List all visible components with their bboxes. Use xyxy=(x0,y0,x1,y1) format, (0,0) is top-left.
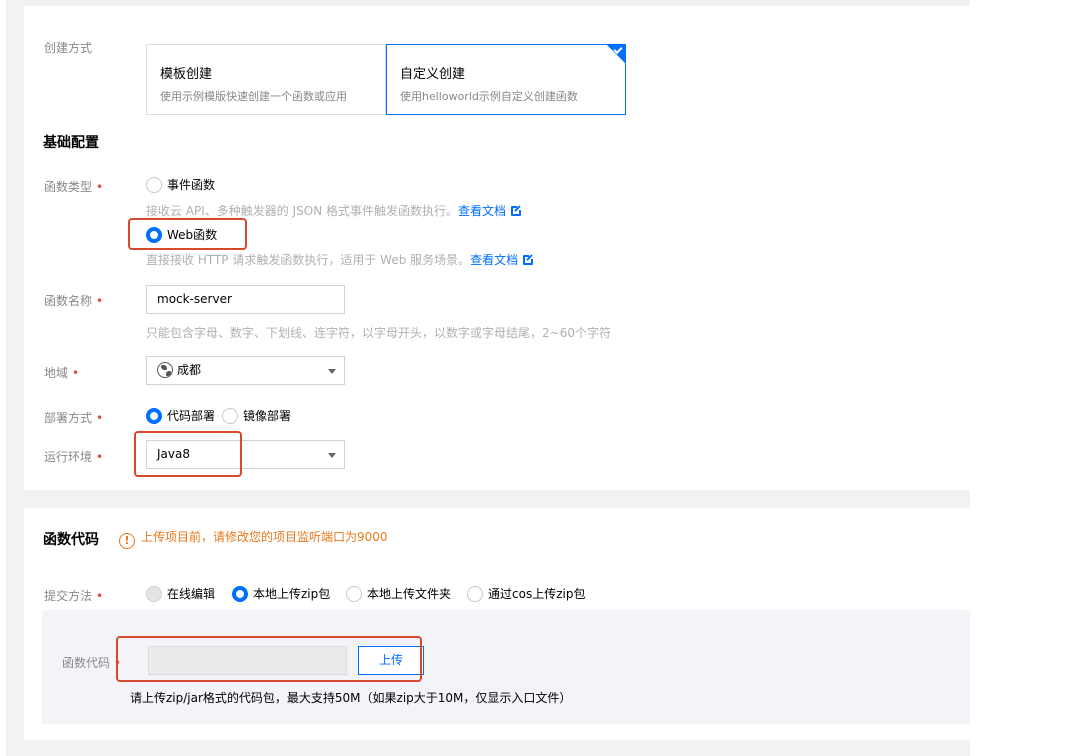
radio-selected-icon xyxy=(232,586,248,602)
external-link-icon xyxy=(523,254,535,265)
radio-icon xyxy=(467,586,483,602)
online-edit-radio[interactable]: 在线编辑 xyxy=(146,585,215,602)
upload-zip-radio[interactable]: 本地上传zip包 xyxy=(232,585,330,602)
function-code-panel: 函数代码 ! 上传项目前，请修改您的项目监听端口为9000 提交方法 • 在线编辑 … xyxy=(24,508,970,740)
radio-icon xyxy=(146,177,162,193)
basic-config-title: 基础配置 xyxy=(43,135,99,151)
custom-create-title: 自定义创建 xyxy=(400,67,466,82)
image-deploy-radio[interactable]: 镜像部署 xyxy=(222,407,291,424)
event-function-label: 事件函数 xyxy=(167,178,216,192)
create-method-label: 创建方式 xyxy=(44,41,93,55)
required-mark: • xyxy=(96,180,104,194)
custom-create-card[interactable]: 自定义创建 使用helloworld示例自定义创建函数 xyxy=(386,44,626,115)
function-code-label: 函数代码 • xyxy=(62,656,122,670)
upload-help: 请上传zip/jar格式的代码包，最大支持50M（如果zip大于10M，仅显示入… xyxy=(130,691,572,705)
cos-upload-radio[interactable]: 通过cos上传zip包 xyxy=(467,585,585,602)
web-function-help: 直接接收 HTTP 请求触发函数执行，适用于 Web 服务场景。查看文档 xyxy=(146,251,535,268)
runtime-highlight xyxy=(134,431,242,477)
radio-icon xyxy=(222,408,238,424)
globe-icon xyxy=(157,362,173,378)
event-function-help: 接收云 API、多种触发器的 JSON 格式事件触发函数执行。查看文档 xyxy=(146,202,523,219)
template-create-desc: 使用示例模版快速创建一个函数或应用 xyxy=(160,90,347,103)
chevron-down-icon xyxy=(328,369,336,374)
runtime-label: 运行环境 • xyxy=(44,450,104,464)
radio-icon xyxy=(346,586,362,602)
template-create-card[interactable]: 模板创建 使用示例模版快速创建一个函数或应用 xyxy=(146,44,386,115)
function-type-label: 函数类型 • xyxy=(44,180,104,194)
function-name-label: 函数名称 • xyxy=(44,294,104,308)
warning-icon: ! xyxy=(119,533,135,549)
event-doc-link[interactable]: 查看文档 xyxy=(458,204,506,218)
warning-text: 上传项目前，请修改您的项目监听端口为9000 xyxy=(141,530,388,544)
template-create-title: 模板创建 xyxy=(160,67,213,82)
code-deploy-radio[interactable]: 代码部署 xyxy=(146,407,215,424)
deploy-method-label: 部署方式 • xyxy=(44,411,104,425)
region-value: 成都 xyxy=(177,363,202,377)
function-name-help: 只能包含字母、数字、下划线、连字符，以字母开头，以数字或字母结尾，2~60个字符 xyxy=(146,326,611,340)
upload-folder-radio[interactable]: 本地上传文件夹 xyxy=(346,585,451,602)
warning-notice: ! 上传项目前，请修改您的项目监听端口为9000 xyxy=(119,528,388,549)
radio-disabled-icon xyxy=(146,586,162,602)
region-label: 地域 • xyxy=(44,366,80,380)
code-upload-area: 函数代码 • 上传 请上传zip/jar格式的代码包，最大支持50M（如果zip大… xyxy=(42,610,970,724)
web-doc-link[interactable]: 查看文档 xyxy=(470,253,518,267)
radio-selected-icon xyxy=(146,408,162,424)
basic-config-panel: 创建方式 模板创建 使用示例模版快速创建一个函数或应用 自定义创建 使用hell… xyxy=(24,6,970,490)
event-function-radio[interactable]: 事件函数 xyxy=(146,176,215,193)
custom-create-desc: 使用helloworld示例自定义创建函数 xyxy=(400,90,578,103)
chevron-down-icon xyxy=(328,453,336,458)
submit-method-label: 提交方法 • xyxy=(44,589,104,603)
external-link-icon xyxy=(511,205,523,216)
function-name-input[interactable]: mock-server xyxy=(146,285,345,314)
upload-highlight xyxy=(116,636,422,682)
region-select[interactable]: 成都 xyxy=(146,356,345,385)
web-function-highlight xyxy=(128,218,247,250)
function-code-title: 函数代码 xyxy=(43,532,99,548)
